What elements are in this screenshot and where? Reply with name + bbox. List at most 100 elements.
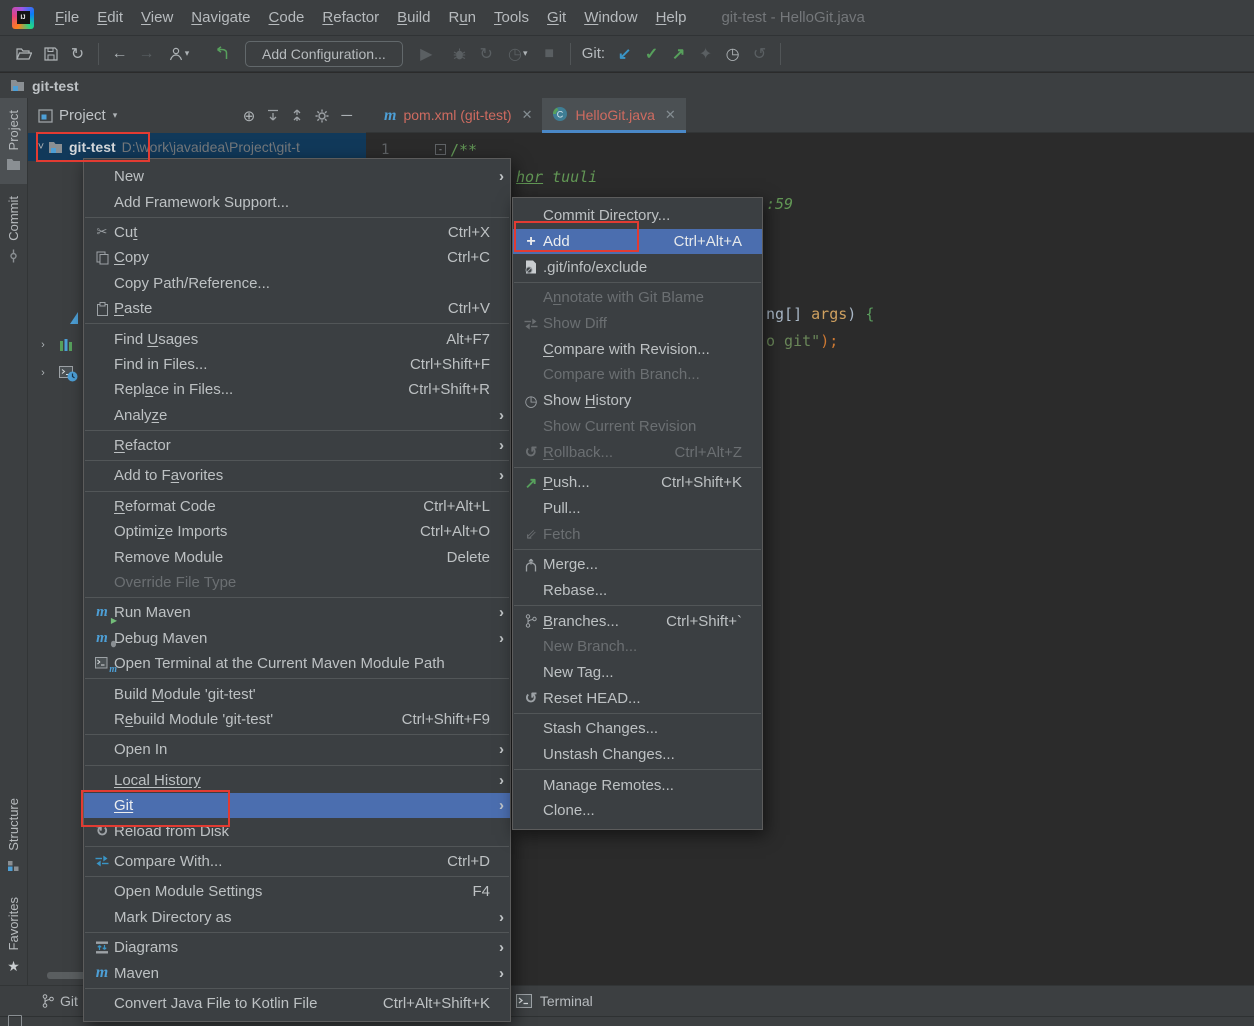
menu-item-new[interactable]: New› — [84, 164, 510, 189]
menubar-item-code[interactable]: Code — [260, 0, 314, 36]
menu-item-git[interactable]: Git› — [84, 793, 510, 818]
menu-item-refactor[interactable]: Refactor› — [84, 433, 510, 458]
update-project-icon[interactable]: ↙ — [611, 41, 638, 67]
sync-icon[interactable]: ↻ — [64, 41, 91, 67]
menu-item-add-framework-support[interactable]: Add Framework Support... — [84, 189, 510, 214]
menu-item-rebase[interactable]: Rebase... — [513, 578, 762, 604]
menu-item-diagrams[interactable]: Diagrams› — [84, 935, 510, 960]
tree-row-external-libraries[interactable]: › — [36, 338, 74, 352]
menu-item-unstash-changes[interactable]: Unstash Changes... — [513, 742, 762, 768]
stripe-button-favorites[interactable]: Favorites★ — [0, 885, 27, 985]
git-tool-window-button[interactable]: Git — [42, 993, 78, 1009]
history-clock-icon[interactable]: ◷ — [719, 41, 746, 67]
terminal-tool-window-button[interactable]: Terminal — [516, 993, 593, 1009]
commit-check-icon[interactable]: ✓ — [638, 41, 665, 67]
menu-item-find-usages[interactable]: Find UsagesAlt+F7 — [84, 326, 510, 351]
stripe-button-commit[interactable]: Commit — [0, 184, 27, 276]
breadcrumb[interactable]: git-test — [32, 78, 79, 94]
fold-marker-icon[interactable]: - — [435, 144, 446, 155]
save-icon[interactable] — [37, 41, 64, 67]
menubar-item-view[interactable]: View — [132, 0, 182, 36]
project-view-selector[interactable]: Project — [59, 107, 106, 124]
menu-item-label: Add to Favorites — [114, 467, 223, 484]
menu-item-shortcut: Ctrl+C — [447, 249, 490, 266]
editor-tab-hellogit-java[interactable]: CHelloGit.java✕ — [542, 98, 685, 132]
menu-item-find-in-files[interactable]: Find in Files...Ctrl+Shift+F — [84, 352, 510, 377]
chevron-down-icon[interactable]: ▾ — [113, 110, 118, 121]
menu-item-mark-directory-as[interactable]: Mark Directory as› — [84, 905, 510, 930]
menu-separator — [85, 734, 509, 735]
menu-item-copy-path-reference[interactable]: Copy Path/Reference... — [84, 271, 510, 296]
tree-row-git-test[interactable]: ˅ git-test D:\work\javaidea\Project\git-… — [28, 133, 366, 161]
menu-item-remove-module[interactable]: Remove ModuleDelete — [84, 544, 510, 569]
menubar-item-run[interactable]: Run — [439, 0, 485, 36]
menu-item-clone[interactable]: Clone... — [513, 798, 762, 824]
menu-item-show-history[interactable]: ◷Show History — [513, 388, 762, 414]
menu-item-local-history[interactable]: Local History› — [84, 768, 510, 793]
push-arrow-icon[interactable]: ↗ — [665, 41, 692, 67]
user-profile-icon[interactable]: ▾ — [160, 41, 198, 67]
close-icon[interactable]: ✕ — [522, 107, 533, 123]
menu-item-copy[interactable]: CopyCtrl+C — [84, 245, 510, 270]
menu-item-git-info-exclude[interactable]: .git/info/exclude — [513, 254, 762, 280]
menubar-item-navigate[interactable]: Navigate — [182, 0, 259, 36]
menu-item-commit-directory[interactable]: Commit Directory... — [513, 203, 762, 229]
menu-item-replace-in-files[interactable]: Replace in Files...Ctrl+Shift+R — [84, 377, 510, 402]
menu-item-debug-maven[interactable]: mDebug Maven› — [84, 626, 510, 651]
menu-item-optimize-imports[interactable]: Optimize ImportsCtrl+Alt+O — [84, 519, 510, 544]
collapse-all-icon[interactable] — [291, 109, 303, 122]
close-icon[interactable]: ✕ — [665, 107, 676, 123]
menubar-item-window[interactable]: Window — [575, 0, 646, 36]
menu-item-merge[interactable]: Merge... — [513, 552, 762, 578]
menu-item-maven[interactable]: mMaven› — [84, 960, 510, 985]
chevron-down-icon[interactable]: ▾ — [523, 48, 528, 59]
chevron-collapsed-icon[interactable]: › — [36, 339, 50, 351]
menubar-item-build[interactable]: Build — [388, 0, 439, 36]
menu-item-cut[interactable]: ✂CutCtrl+X — [84, 220, 510, 245]
chevron-collapsed-icon[interactable]: › — [36, 367, 50, 379]
menu-item-paste[interactable]: PasteCtrl+V — [84, 296, 510, 321]
menu-item-open-in[interactable]: Open In› — [84, 737, 510, 762]
menu-item-rebuild-module-git-test[interactable]: Rebuild Module 'git-test'Ctrl+Shift+F9 — [84, 707, 510, 732]
open-file-icon[interactable] — [10, 41, 37, 67]
menu-item-add-to-favorites[interactable]: Add to Favorites› — [84, 463, 510, 488]
locate-icon[interactable]: ⊕ — [243, 107, 256, 125]
menu-item-branches[interactable]: Branches...Ctrl+Shift+` — [513, 608, 762, 634]
menu-item-push[interactable]: ↗Push...Ctrl+Shift+K — [513, 470, 762, 496]
stripe-button-project[interactable]: Project — [0, 98, 27, 184]
menu-item-compare-with-revision[interactable]: Compare with Revision... — [513, 336, 762, 362]
menu-item-new-tag[interactable]: New Tag... — [513, 660, 762, 686]
menubar-item-refactor[interactable]: Refactor — [313, 0, 388, 36]
menu-separator — [85, 846, 509, 847]
hide-panel-icon[interactable]: ─ — [341, 107, 352, 124]
menubar-item-help[interactable]: Help — [647, 0, 696, 36]
menu-item-add[interactable]: +AddCtrl+Alt+A — [513, 229, 762, 255]
restore-windows-icon[interactable] — [8, 1015, 22, 1026]
menu-item-run-maven[interactable]: m▶Run Maven› — [84, 600, 510, 625]
menu-item-convert-java-file-to-kotlin-file[interactable]: Convert Java File to Kotlin FileCtrl+Alt… — [84, 991, 510, 1016]
menu-item-open-terminal-at-the-current-maven-module-path[interactable]: mOpen Terminal at the Current Maven Modu… — [84, 651, 510, 676]
menu-item-reformat-code[interactable]: Reformat CodeCtrl+Alt+L — [84, 494, 510, 519]
menu-item-open-module-settings[interactable]: Open Module SettingsF4 — [84, 879, 510, 904]
menu-item-stash-changes[interactable]: Stash Changes... — [513, 716, 762, 742]
menu-item-pull[interactable]: Pull... — [513, 496, 762, 522]
menubar-item-file[interactable]: File — [46, 0, 88, 36]
menu-item-compare-with[interactable]: Compare With...Ctrl+D — [84, 849, 510, 874]
menubar-item-git[interactable]: Git — [538, 0, 575, 36]
menu-item-analyze[interactable]: Analyze› — [84, 403, 510, 428]
back-icon[interactable]: ← — [106, 41, 133, 67]
chevron-expanded-icon[interactable]: ˅ — [34, 141, 48, 153]
menu-item-reset-head[interactable]: ↺Reset HEAD... — [513, 685, 762, 711]
gear-icon[interactable] — [315, 109, 329, 123]
editor-tab-pom-xml-git-test[interactable]: mpom.xml (git-test)✕ — [374, 98, 542, 132]
menu-item-build-module-git-test[interactable]: Build Module 'git-test' — [84, 681, 510, 706]
menu-item-reload-from-disk[interactable]: ↻Reload from Disk — [84, 818, 510, 843]
menu-item-manage-remotes[interactable]: Manage Remotes... — [513, 772, 762, 798]
load-changes-icon[interactable] — [208, 41, 235, 67]
menubar-item-tools[interactable]: Tools — [485, 0, 538, 36]
menubar-item-edit[interactable]: Edit — [88, 0, 132, 36]
add-configuration-button[interactable]: Add Configuration... — [245, 41, 403, 67]
expand-all-icon[interactable] — [267, 109, 279, 122]
tree-row-scratches[interactable]: › — [36, 366, 74, 379]
stripe-button-structure[interactable]: Structure — [0, 786, 27, 885]
